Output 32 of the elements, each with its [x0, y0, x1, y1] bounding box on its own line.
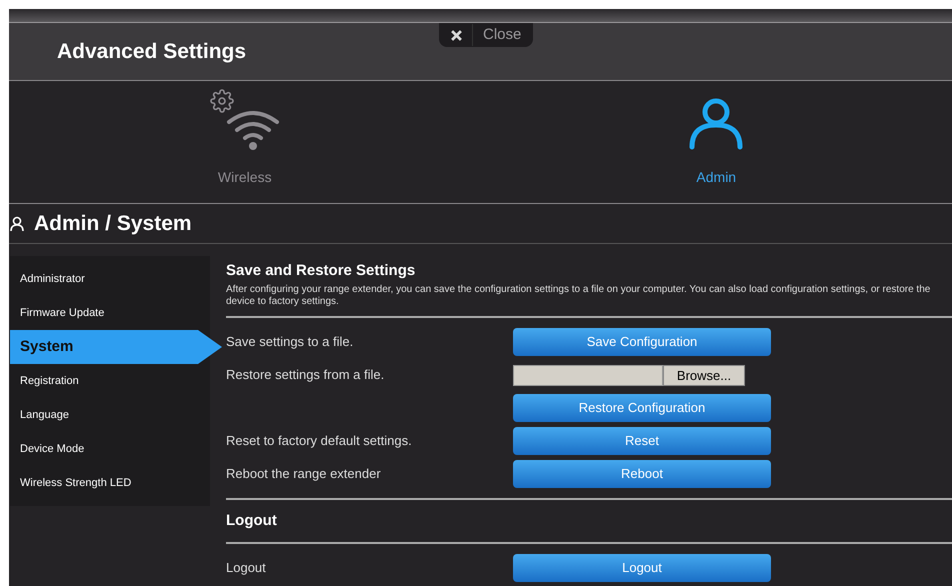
window-title: Advanced Settings	[57, 38, 246, 65]
row-label: Logout	[226, 560, 266, 575]
file-path-field[interactable]	[513, 364, 663, 386]
section-description: After configuring your range extender, you can save the configuration settings to a file on your computer. You can also load configuration settings, or restore the device to factory settings.	[226, 284, 932, 308]
close-icon	[451, 30, 462, 40]
section-title: Save and Restore Settings	[226, 262, 416, 280]
row-label: Reboot the range extender	[226, 466, 381, 481]
action-button[interactable]: Restore Configuration	[513, 394, 771, 422]
page-title: Admin / System	[34, 210, 192, 237]
user-icon	[10, 216, 24, 232]
action-button[interactable]: Logout	[513, 554, 771, 582]
section-title: Logout	[226, 512, 278, 530]
nav-tab[interactable]: Wireless	[9, 81, 480, 203]
sidebar-item[interactable]: Administrator	[10, 262, 210, 296]
close-button[interactable]: Close	[439, 23, 534, 47]
action-button[interactable]: Reboot	[513, 460, 771, 488]
sidebar-item[interactable]: Device Mode	[10, 432, 210, 466]
row-label: Save settings to a file.	[226, 334, 354, 349]
row-label: Restore settings from a file.	[226, 367, 384, 382]
wifi-icon	[226, 109, 280, 151]
sidebar-item[interactable]: Language	[10, 398, 210, 432]
browse-button[interactable]: Browse...	[663, 364, 745, 386]
gear-icon	[210, 89, 234, 113]
action-button[interactable]: Save Configuration	[513, 328, 771, 356]
nav-tab[interactable]: Admin	[480, 81, 952, 203]
sidebar-item[interactable]: System	[10, 330, 222, 364]
sidebar-item[interactable]: Firmware Update	[10, 296, 210, 330]
action-button[interactable]: Reset	[513, 427, 771, 455]
sidebar-item[interactable]: Registration	[10, 364, 210, 398]
sidebar-item[interactable]: Wireless Strength LED	[10, 466, 210, 500]
user-icon	[689, 97, 744, 151]
row-label: Reset to factory default settings.	[226, 433, 412, 448]
